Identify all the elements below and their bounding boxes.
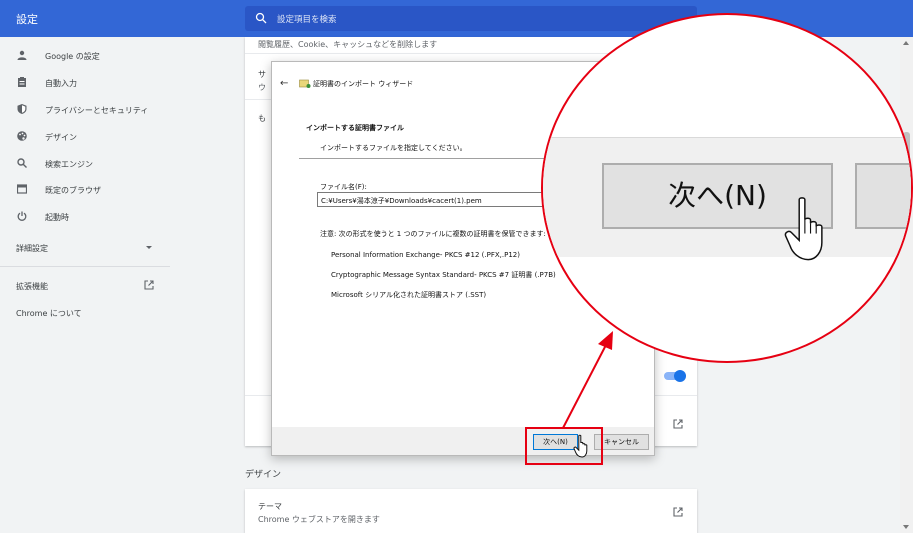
section-heading-appearance: デザイン — [245, 470, 282, 480]
open-external-icon[interactable] — [673, 507, 683, 517]
app-title: 設定 — [16, 13, 38, 26]
sidebar-item-label: 既定のブラウザ — [45, 186, 101, 195]
settings-row-subtitle: ウ — [258, 83, 266, 92]
power-icon — [17, 211, 27, 221]
palette-icon — [17, 131, 27, 141]
chevron-down-icon[interactable] — [146, 246, 152, 249]
sidebar-item-label: デザイン — [45, 133, 77, 142]
person-icon — [17, 50, 27, 60]
sidebar-item-default-browser[interactable]: 既定のブラウザ — [0, 179, 170, 201]
setting-toggle[interactable] — [664, 370, 686, 382]
wizard-title: 証明書のインポート ウィザード — [313, 80, 414, 88]
theme-row[interactable]: テーマ Chrome ウェブストアを開きます — [245, 489, 697, 533]
clear-data-subtitle: 閲覧履歴、Cookie、キャッシュなどを削除します — [258, 40, 438, 49]
zoomed-cancel-button — [855, 163, 911, 229]
search-box[interactable]: 設定項目を検索 — [245, 6, 697, 31]
sidebar-item-label: Google の設定 — [45, 52, 100, 61]
scrollbar[interactable] — [900, 37, 913, 533]
file-name-label: ファイル名(F): — [320, 183, 367, 191]
highlight-box — [525, 427, 603, 465]
file-name-field[interactable]: C:¥Users¥湯本涼子¥Downloads¥cacert(1).pem — [317, 192, 557, 207]
sidebar-divider — [0, 266, 170, 267]
back-arrow-icon[interactable]: ← — [280, 78, 288, 89]
file-name-value[interactable]: C:¥Users¥湯本涼子¥Downloads¥cacert(1).pem — [321, 196, 482, 206]
format-note: 注意: 次の形式を使うと 1 つのファイルに複数の証明書を保管できます: — [320, 230, 546, 238]
sidebar-item-on-startup[interactable]: 起動時 — [0, 206, 170, 228]
format-item: Personal Information Exchange- PKCS #12 … — [331, 251, 520, 259]
open-external-icon[interactable] — [144, 280, 154, 290]
settings-row-title: も — [258, 114, 266, 123]
theme-subtitle: Chrome ウェブストアを開きます — [258, 515, 380, 524]
sidebar-item-autofill[interactable]: 自動入力 — [0, 72, 170, 94]
sidebar-extensions[interactable]: 拡張機能 — [16, 281, 48, 292]
certificate-icon — [299, 79, 311, 88]
sidebar-item-label: 起動時 — [45, 213, 69, 222]
search-icon — [17, 158, 27, 168]
sidebar-item-privacy[interactable]: プライバシーとセキュリティ — [0, 99, 170, 121]
sidebar-item-google[interactable]: Google の設定 — [0, 45, 170, 67]
wizard-heading: インポートする証明書ファイル — [306, 124, 404, 132]
sidebar-item-label: プライバシーとセキュリティ — [45, 106, 149, 115]
browser-icon — [17, 184, 27, 194]
scroll-down-arrow-icon[interactable] — [903, 525, 909, 529]
open-external-icon[interactable] — [673, 419, 683, 429]
toggle-knob — [674, 370, 686, 382]
wizard-subheading: インポートするファイルを指定してください。 — [320, 144, 467, 152]
hand-cursor-icon — [784, 197, 823, 261]
sidebar-about[interactable]: Chrome について — [16, 308, 82, 319]
sidebar-item-label: 自動入力 — [45, 79, 77, 88]
settings-row-title: サ — [258, 70, 266, 79]
clipboard-icon — [18, 77, 26, 87]
zoom-magnifier: 次へ(N) — [541, 13, 913, 363]
sidebar-item-label: 検索エンジン — [45, 160, 93, 169]
sidebar-advanced[interactable]: 詳細設定 — [16, 243, 48, 254]
sidebar-item-appearance[interactable]: デザイン — [0, 126, 170, 148]
search-input[interactable]: 設定項目を検索 — [277, 13, 337, 25]
scroll-up-arrow-icon[interactable] — [903, 41, 909, 45]
sidebar-item-search-engine[interactable]: 検索エンジン — [0, 153, 170, 175]
search-icon — [255, 12, 267, 24]
sidebar: Google の設定 自動入力 プライバシーとセキュリティ デザイン 検索エンジ… — [0, 37, 170, 533]
theme-title: テーマ — [258, 502, 282, 511]
format-item: Microsoft シリアル化された証明書ストア (.SST) — [331, 291, 487, 299]
format-item: Cryptographic Message Syntax Standard- P… — [331, 271, 556, 279]
shield-icon — [17, 104, 27, 114]
